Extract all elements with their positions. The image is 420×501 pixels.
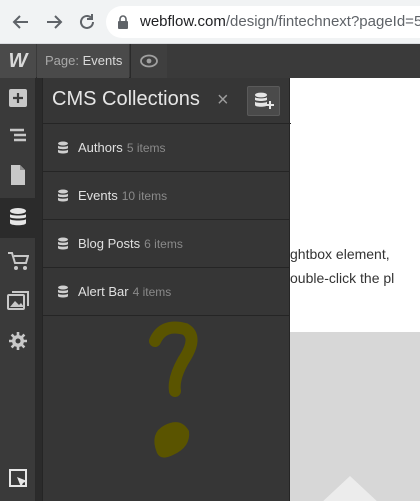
close-icon[interactable]: ×	[217, 89, 229, 111]
database-icon	[58, 141, 68, 154]
reload-icon[interactable]	[76, 11, 98, 33]
settings-icon[interactable]	[0, 321, 36, 361]
lightbox-placeholder-shape	[320, 476, 380, 501]
panel-title: CMS Collections	[52, 88, 200, 110]
ecommerce-icon[interactable]	[0, 241, 36, 281]
webflow-logo-icon[interactable]: W	[0, 44, 36, 78]
collection-name: Alert Bar	[78, 284, 129, 299]
canvas-text-line-2: ouble-click the pl	[290, 270, 395, 286]
select-element-icon[interactable]	[9, 469, 29, 494]
collection-item-events[interactable]: Events 10 items	[43, 172, 289, 220]
assets-icon[interactable]	[0, 281, 36, 321]
collection-item-authors[interactable]: Authors 5 items	[43, 124, 289, 172]
forward-arrow-icon[interactable]	[43, 11, 65, 33]
collection-item-blog-posts[interactable]: Blog Posts 6 items	[43, 220, 289, 268]
pages-icon[interactable]	[0, 155, 36, 195]
add-collection-icon	[254, 92, 274, 109]
page-label: Page:	[45, 53, 79, 68]
preview-eye-icon[interactable]	[130, 44, 167, 78]
address-bar[interactable]: webflow.com/design/fintechnext?pageId=5f…	[106, 6, 420, 38]
lock-icon	[118, 15, 128, 29]
collection-count: 5 items	[126, 141, 166, 155]
panel-header: CMS Collections ×	[43, 78, 291, 124]
collection-item-alert-bar[interactable]: Alert Bar 4 items	[43, 268, 289, 316]
topbar-spacer	[167, 44, 420, 78]
browser-toolbar: webflow.com/design/fintechnext?pageId=5f…	[0, 0, 420, 44]
navigator-icon[interactable]	[0, 116, 36, 156]
question-mark-doodle-icon	[149, 321, 198, 458]
database-icon	[58, 189, 68, 202]
cms-collections-panel: CMS Collections × Authors 5 items Events 1…	[42, 78, 291, 501]
collection-name: Blog Posts	[78, 236, 141, 251]
database-icon	[58, 237, 68, 250]
url-text: webflow.com/design/fintechnext?pageId=5f…	[140, 13, 420, 30]
collection-name: Authors	[78, 140, 123, 155]
collection-count: 4 items	[132, 285, 172, 299]
collection-name: Events	[78, 188, 118, 203]
designer-topbar: W Page: Events	[0, 44, 420, 78]
collection-count: 6 items	[144, 237, 183, 251]
left-toolbar	[0, 78, 36, 501]
add-panel-icon[interactable]	[0, 78, 36, 118]
page-switcher[interactable]: Page: Events	[37, 44, 129, 78]
design-canvas[interactable]: ghtbox element, ouble-click the pl	[290, 78, 420, 501]
cms-icon[interactable]	[0, 198, 36, 238]
database-icon	[58, 285, 68, 298]
canvas-text-line-1: ghtbox element,	[290, 246, 390, 262]
add-collection-button[interactable]	[247, 86, 280, 116]
page-name: Events	[82, 53, 123, 68]
back-arrow-icon[interactable]	[10, 11, 32, 33]
collection-count: 10 items	[121, 189, 168, 203]
